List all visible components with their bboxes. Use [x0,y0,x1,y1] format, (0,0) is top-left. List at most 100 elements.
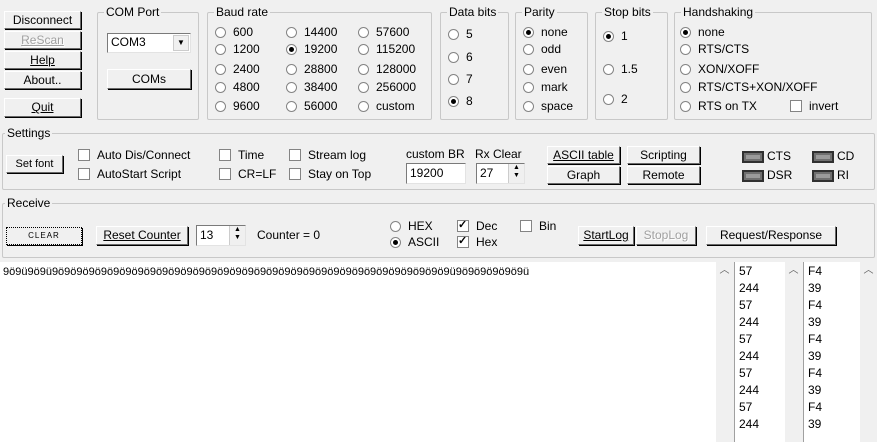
scroll-up-icon[interactable]: ︿ [785,262,802,279]
radio-icon [358,63,369,75]
parity-space[interactable]: space [523,98,573,114]
set-font-button[interactable]: Set font [6,155,63,173]
bin-checkbox[interactable]: Bin [520,218,556,234]
data-bits-5[interactable]: 5 [448,26,473,42]
handshake-none[interactable]: none [680,24,725,40]
ascii-table-button[interactable]: ASCII table [547,146,620,164]
hex-values-pane[interactable]: F4 39 F4 39 F4 39 F4 39 F4 39 ︿ [803,262,877,442]
radio-selected-icon [390,236,401,248]
data-bits-6[interactable]: 6 [448,49,473,65]
chevron-down-icon[interactable]: ▼ [173,35,189,51]
time-label: Time [238,148,265,162]
dsr-led-icon [742,170,764,182]
receive-terminal[interactable]: 9ö9ü9ö9ü9ö9ö9ö9ö9ö9ö9ö9ö9ö9ö9ö9ö9ö9ö9ö9ö… [0,262,733,442]
receive-label: Receive [5,196,53,210]
baud-19200[interactable]: 19200 [286,41,337,57]
list-item: 244 [739,417,760,431]
handshake-rts-cts[interactable]: RTS/CTS [680,41,749,57]
rescan-button[interactable]: ReScan [4,31,81,49]
radio-icon [448,28,459,40]
graph-button[interactable]: Graph [547,166,620,184]
scroll-up-icon[interactable]: ︿ [860,262,877,279]
parity-space-label: space [541,99,574,113]
bin-label: Bin [539,219,557,233]
request-response-button[interactable]: Request/Response [706,226,836,245]
stop-bits-2[interactable]: 2 [603,91,628,107]
baud-57600[interactable]: 57600 [358,24,409,40]
scroll-up-icon[interactable]: ︿ [716,262,733,279]
rx-clear-spinner[interactable]: 27 ▲ ▼ [476,163,525,184]
format-ascii-radio[interactable]: ASCII [390,234,439,250]
spinner-arrows-icon[interactable]: ▲ ▼ [508,164,524,183]
baud-28800-label: 28800 [304,62,338,76]
baud-4800[interactable]: 4800 [215,79,260,95]
baud-9600[interactable]: 9600 [215,98,260,114]
data-bits-7[interactable]: 7 [448,71,473,87]
baud-28800[interactable]: 28800 [286,61,337,77]
reset-counter-button[interactable]: Reset Counter [96,226,188,245]
com-port-select[interactable]: COM3 ▼ [107,33,191,53]
cts-led-icon [742,151,764,163]
baud-custom[interactable]: custom [358,98,415,114]
handshake-rts-cts-xon-xoff[interactable]: RTS/CTS+XON/XOFF [680,79,817,95]
format-hex-radio[interactable]: HEX [390,218,433,234]
custom-br-input[interactable]: 19200 [406,163,466,184]
disconnect-button[interactable]: Disconnect [4,11,81,29]
parity-even[interactable]: even [523,61,567,77]
stop-bits-1[interactable]: 1 [603,28,628,44]
radio-icon [603,93,614,105]
hex-checkbox[interactable]: Hex [457,234,497,250]
handshake-rts-on-tx[interactable]: RTS on TX [680,98,757,114]
auto-dis-connect-checkbox[interactable]: Auto Dis/Connect [78,147,190,163]
baud-56000-label: 56000 [304,99,338,113]
baud-600[interactable]: 600 [215,24,253,40]
about-button[interactable]: About.. [4,71,81,89]
counter-spin-value: 13 [200,228,214,242]
baud-14400[interactable]: 14400 [286,24,337,40]
quit-button[interactable]: Quit [4,98,81,117]
baud-115200[interactable]: 115200 [358,41,415,57]
radio-icon [680,43,691,55]
dec-checkbox[interactable]: Dec [457,218,497,234]
coms-button[interactable]: COMs [107,69,191,89]
radio-icon [215,81,226,93]
dec-values-pane[interactable]: 57 244 57 244 57 244 57 244 57 244 ︿ [734,262,802,442]
parity-even-label: even [541,62,568,76]
autostart-script-checkbox[interactable]: AutoStart Script [78,166,181,182]
baud-2400[interactable]: 2400 [215,61,260,77]
parity-mark-label: mark [541,80,568,94]
terminal-scrollbar[interactable]: ︿ [716,262,733,442]
handshake-xon-xoff[interactable]: XON/XOFF [680,61,759,77]
parity-odd[interactable]: odd [523,41,561,57]
startlog-button[interactable]: StartLog [578,226,634,245]
remote-button[interactable]: Remote [627,166,700,184]
cts-label: CTS [767,149,791,163]
spinner-arrows-icon[interactable]: ▲ ▼ [229,226,245,245]
stop-bits-1-5[interactable]: 1.5 [603,61,638,77]
stoplog-button[interactable]: StopLog [636,226,696,245]
stream-log-checkbox[interactable]: Stream log [289,147,366,163]
radio-icon [523,100,534,112]
dec-scrollbar[interactable]: ︿ [785,262,802,442]
scripting-button[interactable]: Scripting [627,146,700,164]
stay-on-top-checkbox[interactable]: Stay on Top [289,166,371,182]
data-bits-8[interactable]: 8 [448,93,473,109]
time-checkbox[interactable]: Time [219,147,264,163]
baud-1200[interactable]: 1200 [215,41,260,57]
baud-128000[interactable]: 128000 [358,61,416,77]
cr-lf-checkbox[interactable]: CR=LF [219,166,276,182]
help-button[interactable]: Help [4,51,81,69]
dec-label: Dec [476,219,498,233]
baud-256000[interactable]: 256000 [358,79,416,95]
hex-scrollbar[interactable]: ︿ [860,262,877,442]
stop-bits-1-5-label: 1.5 [621,62,638,76]
invert-checkbox[interactable]: invert [790,98,838,114]
ri-led-icon [812,170,834,182]
parity-mark[interactable]: mark [523,79,568,95]
counter-spinner[interactable]: 13 ▲ ▼ [196,225,246,246]
radio-selected-icon [680,26,691,38]
baud-56000[interactable]: 56000 [286,98,337,114]
parity-none[interactable]: none [523,24,568,40]
clear-button[interactable]: CLEAR [6,227,82,245]
baud-38400[interactable]: 38400 [286,79,337,95]
